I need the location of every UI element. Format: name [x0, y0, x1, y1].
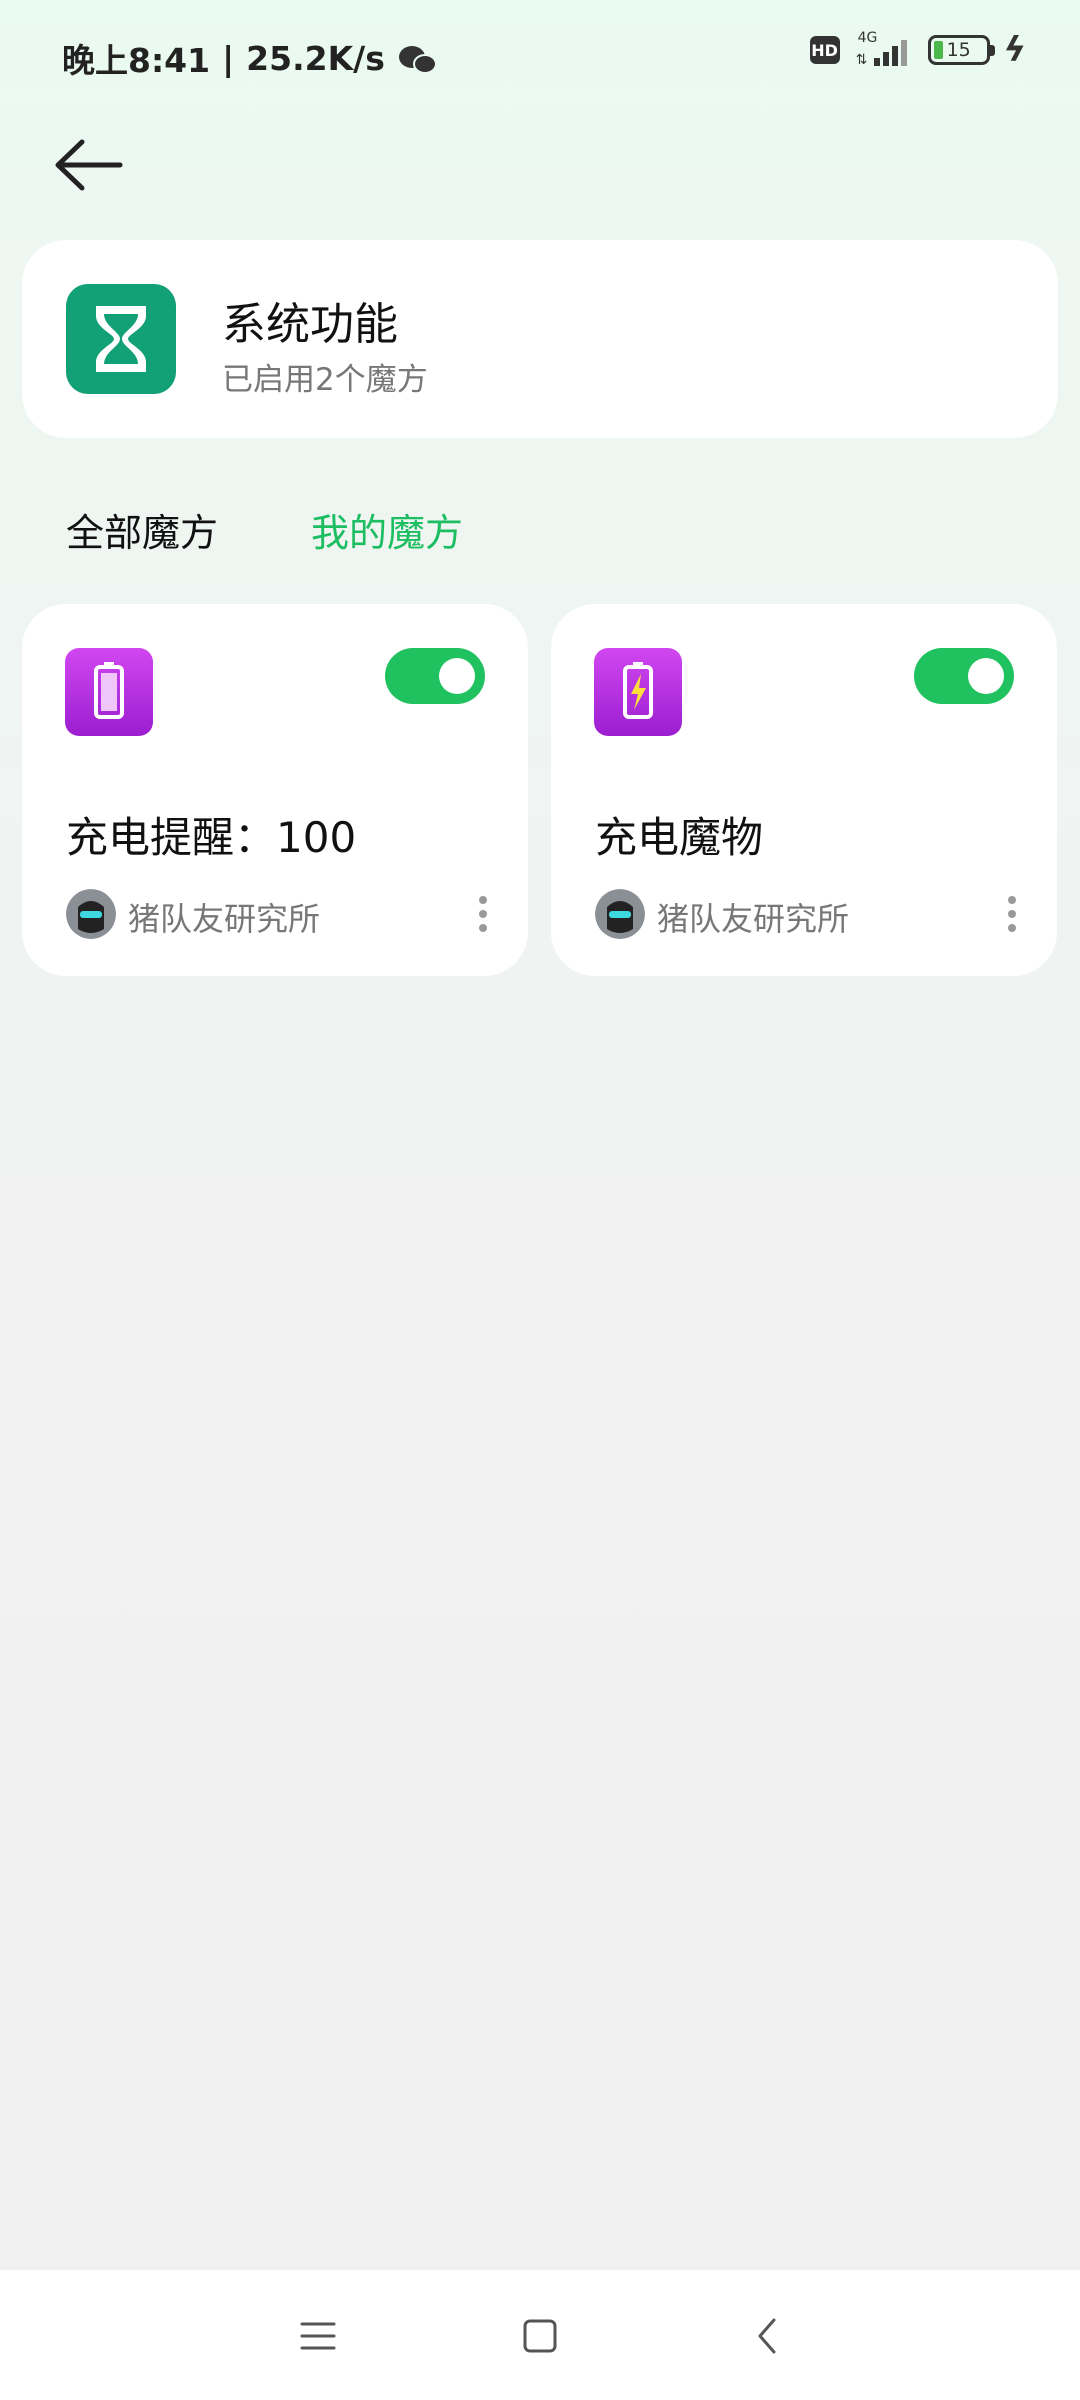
card-title: 充电提醒：100 [66, 813, 357, 862]
battery-charging-icon [594, 648, 682, 736]
back-arrow-icon[interactable] [48, 130, 128, 200]
enable-toggle[interactable] [914, 648, 1014, 704]
charging-icon: ϟ [1003, 30, 1026, 70]
card-author: 猪队友研究所 [128, 900, 321, 938]
hourglass-icon [66, 284, 176, 394]
header-card: 系统功能 已启用2个魔方 [22, 240, 1058, 438]
card-title: 充电魔物 [595, 813, 764, 862]
status-bar: 晚上8:41 | 25.2K/s HD 4G ⇅ 15 ϟ [0, 0, 1080, 110]
more-options-icon[interactable] [1007, 896, 1017, 932]
home-icon[interactable] [510, 2306, 570, 2366]
more-options-icon[interactable] [478, 896, 488, 932]
wechat-icon [398, 42, 439, 74]
status-speed: 25.2K/s [246, 38, 385, 78]
status-left: 晚上8:41 | 25.2K/s [62, 34, 439, 82]
cube-card[interactable]: 充电魔物 猪队友研究所 [551, 604, 1057, 976]
author-avatar [66, 889, 116, 939]
navigation-bar [0, 2270, 1080, 2400]
network-type: 4G [857, 30, 878, 46]
battery-icon: 15 [927, 35, 995, 65]
card-author: 猪队友研究所 [657, 900, 850, 938]
status-right: HD 4G ⇅ 15 ϟ [809, 30, 1026, 70]
menu-icon[interactable] [288, 2306, 348, 2366]
back-icon[interactable] [738, 2306, 798, 2366]
signal-icon: 4G ⇅ [854, 30, 914, 70]
status-separator: | [222, 38, 235, 78]
author-avatar [595, 889, 645, 939]
cube-card[interactable]: 充电提醒：100 猪队友研究所 [22, 604, 528, 976]
header-title: 系统功能 [222, 299, 398, 350]
tab-all-cubes[interactable]: 全部魔方 [66, 502, 218, 557]
header-subtitle: 已启用2个魔方 [222, 362, 428, 398]
enable-toggle[interactable] [385, 648, 485, 704]
battery-level: 15 [946, 39, 971, 61]
status-time: 晚上8:41 [62, 41, 211, 80]
hd-icon: HD [809, 36, 840, 64]
battery-icon [65, 648, 153, 736]
tab-my-cubes[interactable]: 我的魔方 [311, 502, 463, 557]
